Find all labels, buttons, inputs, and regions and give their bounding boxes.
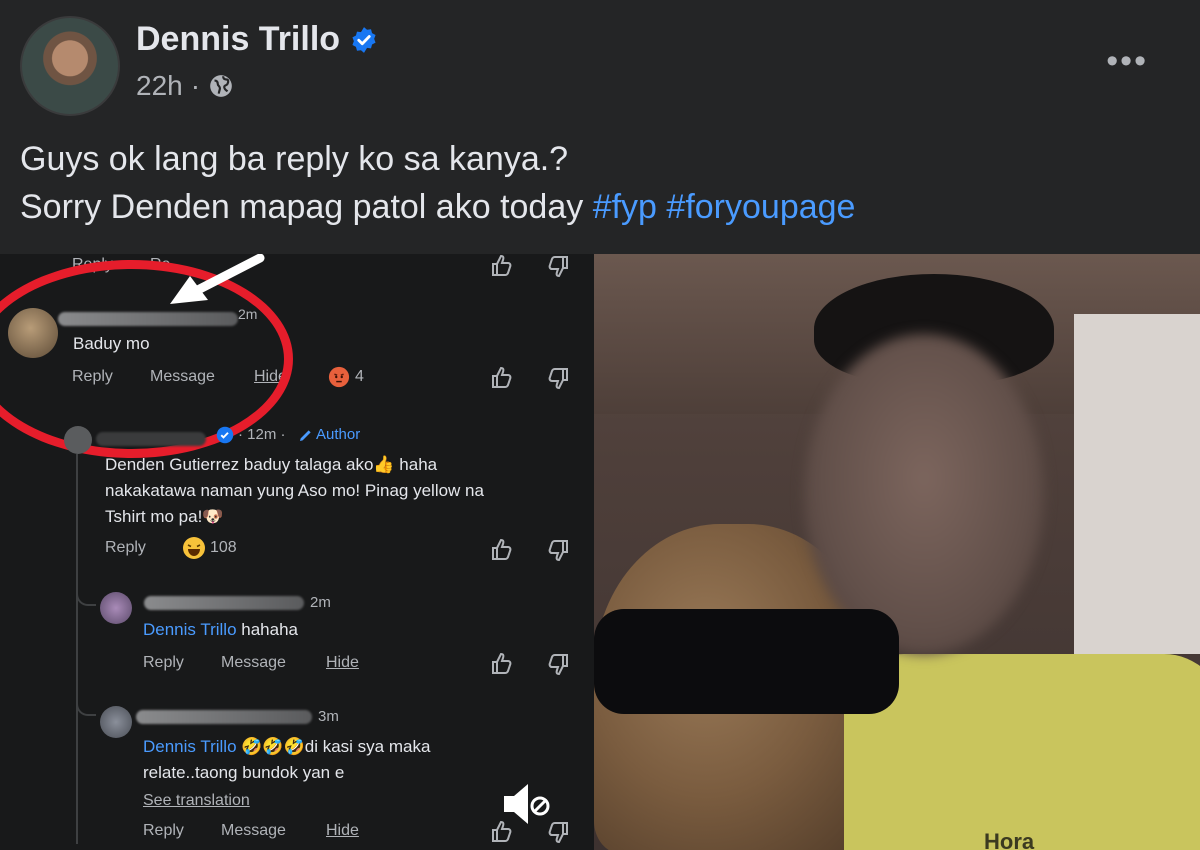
dislike-icon[interactable]: [546, 652, 570, 676]
author-name[interactable]: Dennis Trillo: [136, 20, 340, 59]
see-translation-link[interactable]: See translation: [143, 792, 250, 810]
reply-action[interactable]: Reply: [143, 654, 184, 672]
verified-badge-icon: [216, 426, 234, 444]
thread-line: [76, 454, 78, 844]
caption-text: Sorry Denden mapag patol ako today: [20, 188, 584, 226]
caption-line-2: Sorry Denden mapag patol ako today #fyp …: [20, 183, 855, 231]
thread-connector: [76, 684, 96, 716]
photo-background-wall: [1074, 314, 1200, 654]
verified-badge-icon: [352, 27, 376, 53]
author-avatar[interactable]: [20, 16, 120, 116]
haha-reaction-icon: [183, 537, 205, 559]
arrow-annotation-icon: [170, 254, 265, 304]
message-action[interactable]: Message: [221, 822, 286, 840]
commenter-avatar[interactable]: [100, 592, 132, 624]
reply-text: Dennis Trillo hahaha: [143, 620, 298, 640]
reply-time: 3m: [318, 708, 339, 725]
commenter-avatar[interactable]: [100, 706, 132, 738]
like-icon[interactable]: [490, 254, 514, 278]
blurred-name: [136, 710, 312, 724]
hide-action[interactable]: Hide: [326, 822, 359, 840]
author-reply-line-2: nakakatawa naman yung Aso mo! Pinag yell…: [105, 481, 484, 500]
meta-separator: ·: [190, 70, 201, 101]
like-icon[interactable]: [490, 538, 514, 562]
reply-action[interactable]: Reply: [105, 539, 146, 557]
dislike-icon[interactable]: [546, 254, 570, 278]
pencil-icon: [300, 430, 311, 441]
like-icon[interactable]: [490, 652, 514, 676]
shirt-print-text: Hora: [984, 829, 1035, 850]
reply-line-2: relate..taong bundok yan e: [143, 763, 345, 782]
hide-action[interactable]: Hide: [326, 654, 359, 672]
mention[interactable]: Dennis Trillo: [143, 737, 237, 756]
author-reply-avatar[interactable]: [64, 426, 92, 454]
reply-text: baduy talaga ako👍 haha: [239, 455, 438, 474]
comments-screenshot: Reply Re 2m Baduy mo Reply Message Hide …: [0, 254, 594, 850]
hashtag-foryoupage[interactable]: #foryoupage: [666, 188, 855, 226]
angry-reaction-icon: [328, 366, 350, 388]
hashtag-fyp[interactable]: #fyp: [593, 188, 657, 226]
reply-time: 2m: [310, 594, 331, 611]
post-caption: Guys ok lang ba reply ko sa kanya.? Sorr…: [20, 135, 855, 231]
reaction-count: 4: [355, 368, 364, 385]
like-icon[interactable]: [490, 366, 514, 390]
sunglasses: [594, 609, 899, 714]
author-reply-line-1: Denden Gutierrez baduy talaga ako👍 haha: [105, 452, 585, 478]
message-action[interactable]: Message: [221, 654, 286, 672]
more-options-button[interactable]: •••: [1106, 42, 1148, 81]
dislike-icon[interactable]: [546, 366, 570, 390]
post-time[interactable]: 22h: [136, 70, 183, 102]
globe-icon: [210, 75, 232, 97]
post-meta: 22h ·: [136, 70, 234, 102]
blurred-face: [804, 334, 1044, 654]
thread-connector: [76, 574, 96, 606]
reply-body: hahaha: [236, 620, 298, 639]
caption-line-1: Guys ok lang ba reply ko sa kanya.?: [20, 140, 569, 178]
reply-time: · 12m ·: [238, 426, 286, 443]
author-reply-line-3: Tshirt mo pa!🐶: [105, 507, 224, 526]
mention[interactable]: Denden Gutierrez: [105, 455, 239, 474]
author-reply-text: Denden Gutierrez baduy talaga ako👍 haha …: [105, 452, 585, 530]
reaction-count: 108: [210, 539, 237, 556]
author-badge: Author: [316, 426, 361, 443]
reply-text: Dennis Trillo 🤣🤣🤣di kasi sya maka relate…: [143, 734, 430, 786]
mention[interactable]: Dennis Trillo: [143, 620, 237, 639]
muted-speaker-icon[interactable]: [500, 782, 552, 826]
blurred-name: [144, 596, 304, 610]
dislike-icon[interactable]: [546, 538, 570, 562]
blurred-name: [96, 432, 206, 446]
reply-action[interactable]: Reply: [143, 822, 184, 840]
post-photo[interactable]: Hora: [594, 254, 1200, 850]
reply-body: 🤣🤣🤣di kasi sya maka: [236, 737, 431, 756]
reply-line-1: Dennis Trillo 🤣🤣🤣di kasi sya maka: [143, 734, 430, 760]
